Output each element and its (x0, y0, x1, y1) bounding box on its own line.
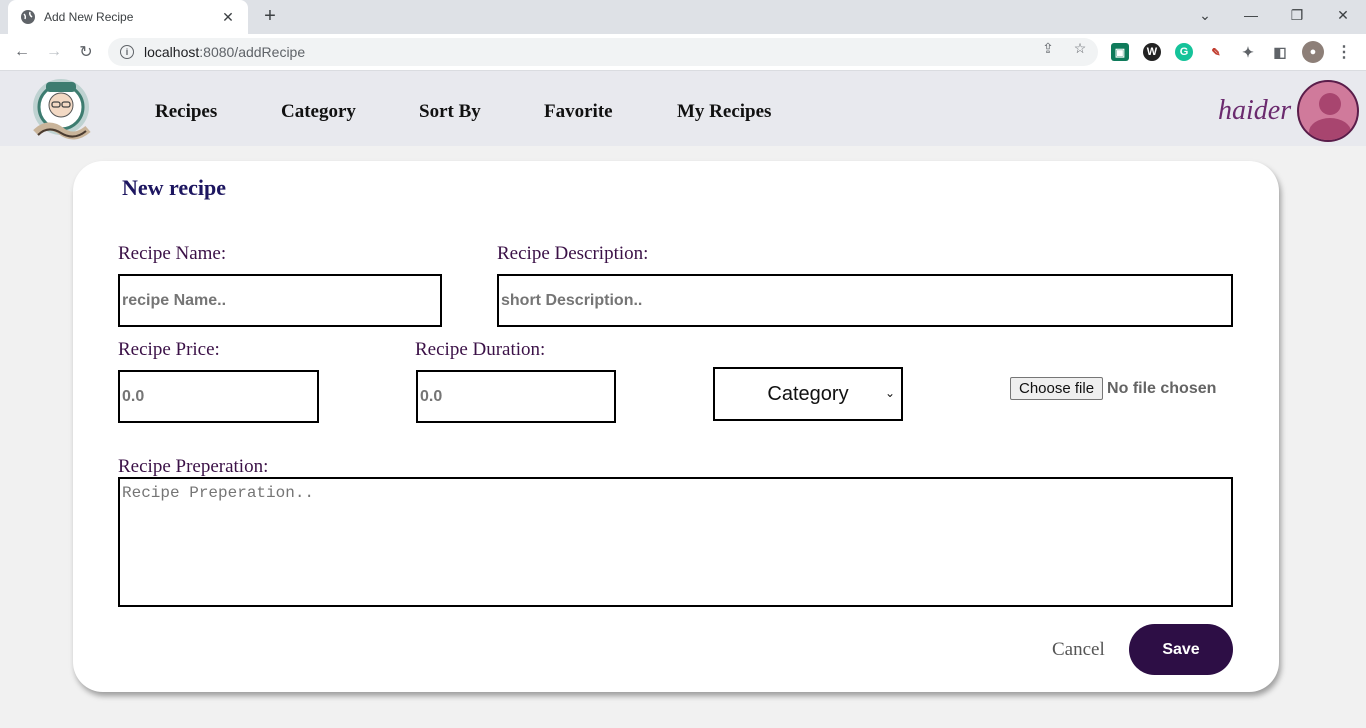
tab-title: Add New Recipe (44, 10, 134, 24)
globe-icon (20, 9, 36, 25)
nav-my-recipes[interactable]: My Recipes (677, 101, 771, 123)
category-selected-value: Category (767, 382, 849, 405)
file-status: No file chosen (1107, 379, 1217, 397)
grammarly-extension-icon[interactable]: G (1175, 43, 1193, 61)
browser-toolbar: ← → ↻ i localhost:8080/addRecipe ⇪ ☆ ▣ W… (0, 34, 1366, 71)
recipe-duration-label: Recipe Duration: (415, 339, 546, 360)
site-logo[interactable] (28, 77, 94, 145)
chevron-down-icon: ⌄ (884, 386, 895, 400)
kebab-menu-icon[interactable]: ⋮ (1335, 43, 1353, 61)
side-panel-icon[interactable]: ◧ (1271, 43, 1289, 61)
recipe-price-input[interactable] (118, 370, 319, 423)
new-recipe-card: New recipe Recipe Name: Recipe Descripti… (73, 161, 1279, 692)
nav-favorite[interactable]: Favorite (544, 101, 613, 123)
choose-file-button[interactable]: Choose file (1010, 377, 1104, 400)
close-tab-icon[interactable]: ✕ (220, 9, 236, 26)
username[interactable]: haider (1218, 95, 1291, 127)
address-bar[interactable]: i localhost:8080/addRecipe (108, 38, 1098, 66)
recipe-name-input[interactable] (118, 274, 442, 327)
url-text: localhost:8080/addRecipe (144, 44, 306, 60)
info-icon[interactable]: i (120, 45, 134, 59)
w-extension-icon[interactable]: W (1143, 43, 1161, 61)
nav-recipes[interactable]: Recipes (155, 101, 217, 123)
eyedropper-extension-icon[interactable]: ✎ (1207, 43, 1225, 61)
browser-tab-bar: Add New Recipe ✕ + ⌄ — ❐ ✕ (0, 0, 1366, 34)
star-icon[interactable]: ☆ (1072, 40, 1088, 56)
restore-icon[interactable]: ❐ (1274, 0, 1320, 30)
android-extension-icon[interactable]: ▣ (1111, 43, 1129, 61)
share-icon[interactable]: ⇪ (1040, 40, 1056, 56)
recipe-price-label: Recipe Price: (118, 339, 220, 360)
reload-icon[interactable]: ↻ (74, 40, 98, 64)
app-header: Recipes Category Sort By Favorite My Rec… (0, 71, 1366, 146)
recipe-description-label: Recipe Description: (497, 243, 649, 264)
recipe-preparation-label: Recipe Preperation: (118, 456, 269, 477)
window-close-icon[interactable]: ✕ (1320, 0, 1366, 30)
save-button[interactable]: Save (1129, 624, 1233, 675)
image-file-picker[interactable]: Choose file No file chosen (1010, 377, 1216, 400)
back-icon[interactable]: ← (10, 40, 34, 64)
category-select[interactable]: Category ⌄ (713, 367, 903, 421)
form-title: New recipe (122, 175, 227, 200)
recipe-duration-input[interactable] (416, 370, 616, 423)
nav-category[interactable]: Category (281, 101, 356, 123)
browser-tab[interactable]: Add New Recipe ✕ (8, 0, 248, 34)
recipe-description-input[interactable] (497, 274, 1233, 327)
minimize-icon[interactable]: — (1228, 0, 1274, 30)
new-tab-icon[interactable]: + (258, 5, 282, 29)
cancel-button[interactable]: Cancel (1052, 639, 1105, 661)
forward-icon[interactable]: → (42, 40, 66, 64)
recipe-preparation-textarea[interactable] (118, 477, 1233, 607)
recipe-name-label: Recipe Name: (118, 243, 227, 264)
nav-sort-by[interactable]: Sort By (419, 101, 481, 123)
chevron-down-icon[interactable]: ⌄ (1182, 0, 1228, 30)
puzzle-extension-icon[interactable]: ✦ (1239, 43, 1257, 61)
profile-avatar-icon[interactable]: ● (1302, 41, 1324, 63)
user-avatar[interactable] (1297, 80, 1359, 142)
